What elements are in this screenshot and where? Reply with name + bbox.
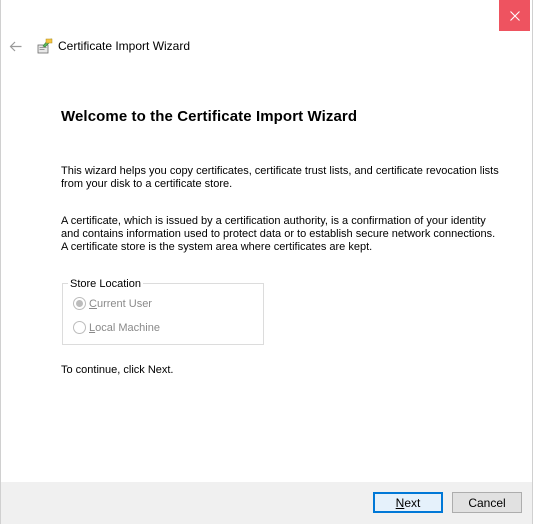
wizard-header-title: Certificate Import Wizard — [58, 39, 191, 53]
current-user-radio[interactable] — [73, 297, 86, 310]
wizard-window: Certificate Import Wizard Welcome to the… — [0, 0, 533, 524]
back-arrow-icon — [9, 41, 21, 51]
page-title: Welcome to the Certificate Import Wizard — [61, 108, 358, 125]
current-user-label: Current User — [89, 297, 152, 310]
cancel-button[interactable]: Cancel — [452, 492, 522, 513]
close-icon — [509, 10, 520, 21]
certificate-description-paragraph: A certificate, which is issued by a cert… — [61, 215, 496, 253]
wizard-header: Certificate Import Wizard — [7, 36, 190, 56]
radio-selected-dot — [76, 300, 83, 307]
store-location-label: Store Location — [68, 278, 143, 290]
intro-paragraph: This wizard helps you copy certificates,… — [61, 165, 499, 190]
back-button[interactable] — [7, 38, 23, 54]
certificate-wizard-icon — [37, 38, 53, 54]
wizard-footer: Next Cancel — [1, 482, 532, 524]
close-button[interactable] — [499, 0, 530, 31]
next-button[interactable]: Next — [373, 492, 443, 513]
store-location-group: Store Location Current User Local Machin… — [62, 278, 264, 345]
local-machine-option[interactable]: Local Machine — [73, 321, 160, 334]
continue-instruction: To continue, click Next. — [61, 364, 174, 376]
current-user-label-rest: urrent User — [96, 297, 152, 310]
local-machine-radio[interactable] — [73, 321, 86, 334]
local-machine-label-rest: ocal Machine — [95, 321, 160, 334]
next-button-label: Next — [395, 495, 421, 510]
current-user-option[interactable]: Current User — [73, 297, 152, 310]
local-machine-label: Local Machine — [89, 321, 160, 334]
